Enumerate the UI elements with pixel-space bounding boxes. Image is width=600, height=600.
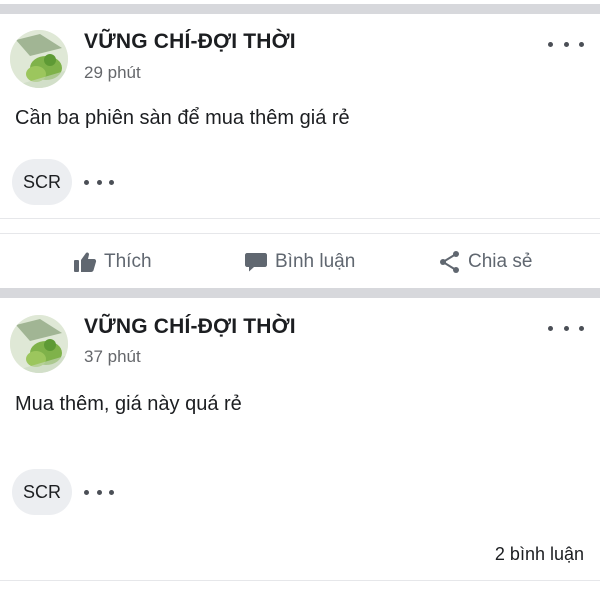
post-text: Cần ba phiên sàn để mua thêm giá rẻ (15, 107, 350, 129)
divider (0, 218, 600, 219)
post-separator-top (0, 4, 600, 14)
share-label: Chia sẻ (468, 251, 533, 272)
post-author[interactable]: VỮNG CHÍ-ĐỢI THỜI (84, 30, 296, 54)
post-timestamp[interactable]: 37 phút (84, 347, 141, 367)
tag-more-icon[interactable] (84, 177, 114, 187)
post-text: Mua thêm, giá này quá rẻ (15, 393, 242, 415)
more-options-icon[interactable] (548, 38, 584, 50)
share-button[interactable]: Chia sẻ (439, 246, 532, 278)
post-author[interactable]: VỮNG CHÍ-ĐỢI THỜI (84, 315, 296, 339)
like-button[interactable]: Thích (73, 246, 152, 278)
tag-more-icon[interactable] (84, 487, 114, 497)
more-options-icon[interactable] (548, 322, 584, 334)
avatar[interactable] (10, 30, 68, 88)
avatar[interactable] (10, 315, 68, 373)
like-label: Thích (104, 251, 152, 272)
post-separator (0, 288, 600, 298)
comment-label: Bình luận (275, 251, 356, 272)
stock-tag[interactable]: SCR (12, 159, 72, 205)
divider (0, 580, 600, 581)
share-icon (440, 251, 459, 273)
comment-button[interactable]: Bình luận (244, 246, 355, 278)
comments-count[interactable]: 2 bình luận (495, 544, 584, 565)
stock-tag[interactable]: SCR (12, 469, 72, 515)
divider (0, 233, 600, 234)
avatar-image (10, 315, 68, 373)
post-timestamp[interactable]: 29 phút (84, 63, 141, 83)
thumbs-up-icon (74, 252, 97, 272)
comment-bubble-icon (245, 253, 267, 272)
avatar-image (10, 30, 68, 88)
